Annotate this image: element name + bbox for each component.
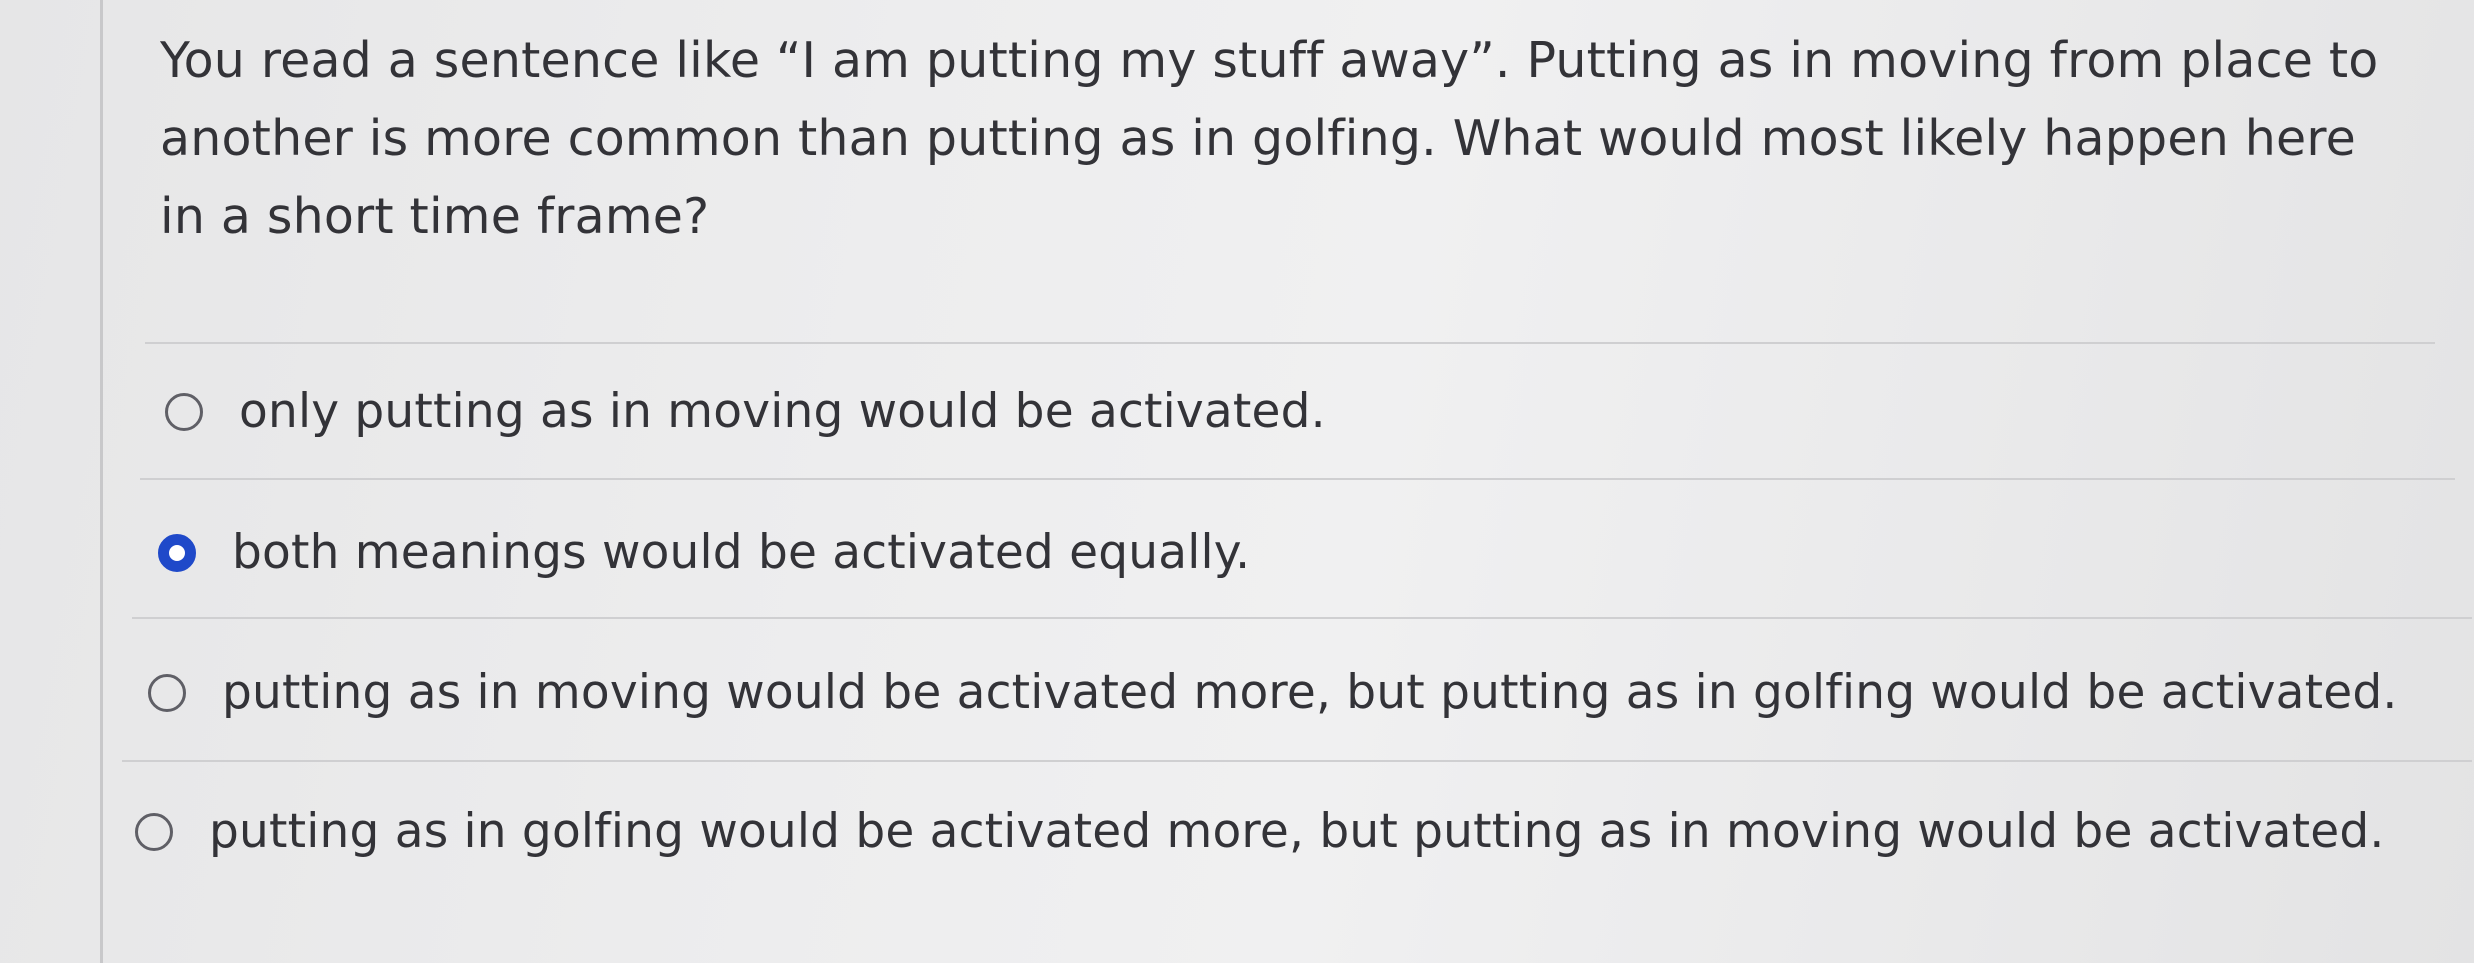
- question-text: You read a sentence like “I am putting m…: [160, 32, 2379, 245]
- answer-option-1[interactable]: only putting as in moving would be activ…: [165, 372, 1326, 452]
- radio-button-3[interactable]: [148, 674, 186, 712]
- answer-option-3[interactable]: putting as in moving would be activated …: [148, 653, 2398, 733]
- radio-button-1[interactable]: [165, 393, 203, 431]
- answer-option-label: putting as in moving would be activated …: [222, 665, 2398, 720]
- answer-option-label: putting as in golfing would be activated…: [209, 804, 2385, 859]
- radio-button-4[interactable]: [135, 813, 173, 851]
- answer-option-label: both meanings would be activated equally…: [232, 525, 1251, 580]
- answer-option-4[interactable]: putting as in golfing would be activated…: [135, 792, 2385, 872]
- divider: [145, 342, 2435, 344]
- radio-button-2-selected[interactable]: [158, 534, 196, 572]
- divider: [132, 617, 2472, 619]
- divider: [122, 760, 2472, 762]
- divider: [140, 478, 2455, 480]
- answer-option-2[interactable]: both meanings would be activated equally…: [158, 513, 1250, 593]
- question-card-border: [100, 0, 103, 963]
- answer-option-label: only putting as in moving would be activ…: [239, 384, 1326, 439]
